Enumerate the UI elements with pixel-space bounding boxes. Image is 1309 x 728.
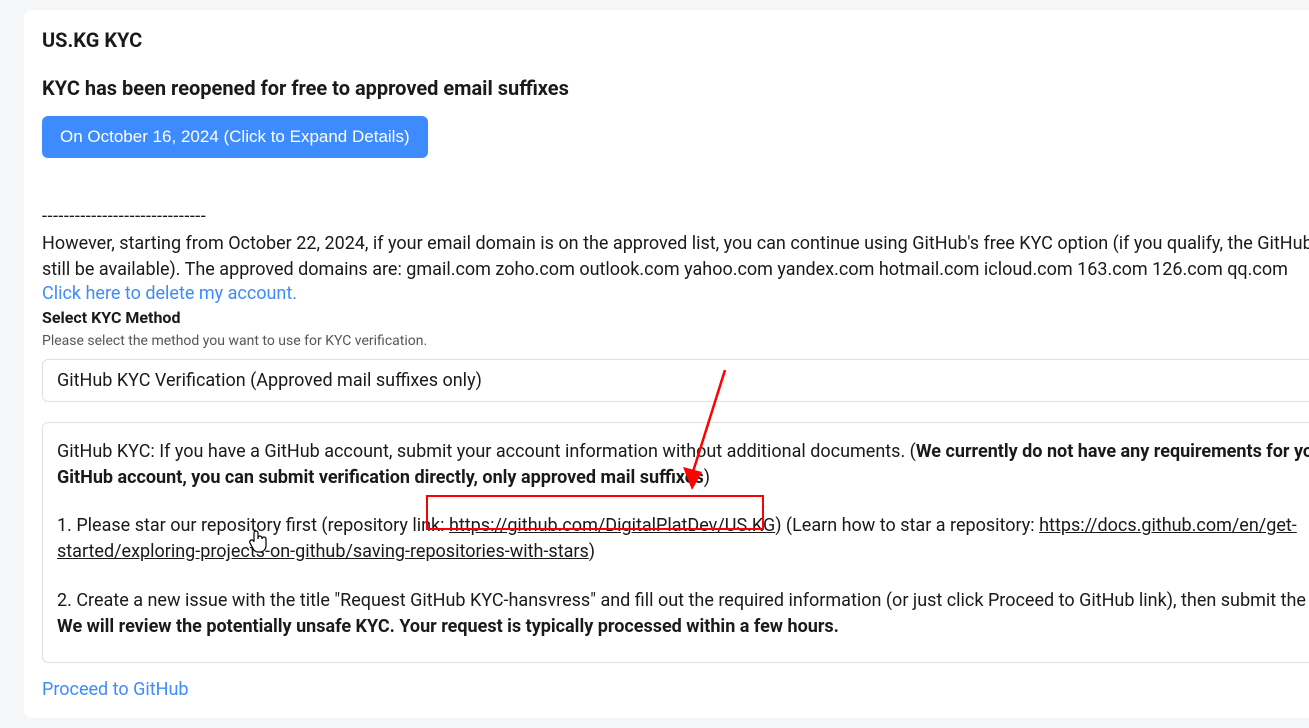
select-kyc-label: Select KYC Method	[42, 308, 1309, 327]
divider: ------------------------------	[42, 206, 1309, 227]
kyc-card: US.KG KYC KYC has been reopened for free…	[24, 10, 1309, 718]
kyc-method-selected-value: GitHub KYC Verification (Approved mail s…	[57, 370, 482, 391]
instruction-intro: GitHub KYC: If you have a GitHub account…	[57, 439, 1309, 491]
expand-details-button[interactable]: On October 16, 2024 (Click to Expand Det…	[42, 116, 428, 158]
repo-link[interactable]: https://github.com/DigitalPlatDev/US.KG	[449, 515, 775, 536]
select-kyc-help: Please select the method you want to use…	[42, 333, 1309, 349]
kyc-method-select[interactable]: GitHub KYC Verification (Approved mail s…	[42, 359, 1309, 402]
subtitle: KYC has been reopened for free to approv…	[42, 76, 1309, 100]
proceed-to-github-link[interactable]: Proceed to GitHub	[42, 679, 189, 700]
kyc-instruction-box: GitHub KYC: If you have a GitHub account…	[42, 422, 1309, 663]
delete-account-link[interactable]: Click here to delete my account.	[42, 283, 297, 304]
instruction-step2: 2. Create a new issue with the title "Re…	[57, 588, 1309, 640]
kyc-info-paragraph: However, starting from October 22, 2024,…	[42, 231, 1309, 283]
instruction-step1: 1. Please star our repository first (rep…	[57, 513, 1309, 565]
page-title: US.KG KYC	[42, 28, 1309, 52]
